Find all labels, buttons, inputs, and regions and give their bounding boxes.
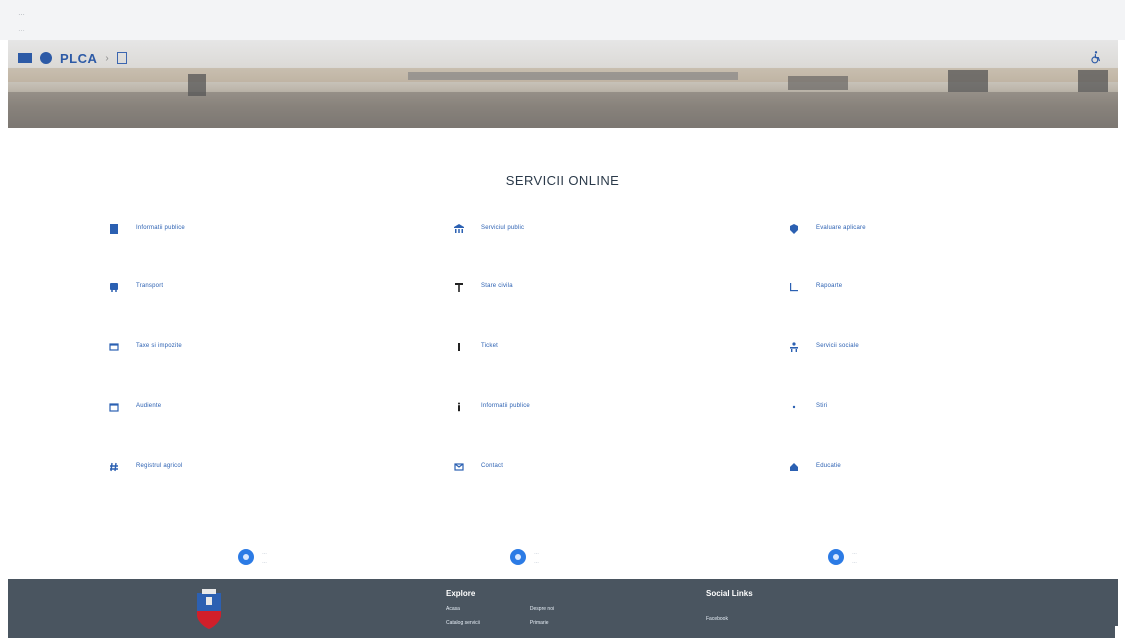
page: … … PLCA › SERVICII ONLINE Informatii pu…: [0, 0, 1125, 638]
accessibility-icon[interactable]: [1089, 50, 1103, 64]
contact-line2: …: [262, 558, 267, 565]
hash-icon: [108, 460, 120, 472]
service-label: Rapoarte: [816, 283, 843, 289]
service-item[interactable]: Informatii publice: [108, 222, 185, 234]
footer-explore-title: Explore: [446, 589, 476, 598]
section-title: SERVICII ONLINE: [505, 173, 620, 188]
logo-icon[interactable]: [40, 52, 52, 64]
service-label: Serviciul public: [481, 225, 525, 231]
people-icon: [788, 340, 800, 352]
bus-icon: [108, 280, 120, 292]
hero-image: [8, 40, 1118, 128]
breadcrumb-separator: ›: [105, 52, 109, 64]
info-icon: [453, 400, 465, 412]
footer-explore: Explore Acasa Catalog servicii Despre no…: [446, 589, 554, 626]
service-item[interactable]: Transport: [108, 280, 163, 292]
badge-icon: [788, 222, 800, 234]
service-label: Ticket: [481, 343, 498, 349]
service-item[interactable]: Educatie: [788, 460, 841, 472]
browser-bar: … …: [0, 0, 1125, 40]
service-label: Informatii publice: [136, 225, 185, 231]
social-link-facebook[interactable]: Facebook: [706, 616, 753, 622]
footer-link[interactable]: Despre noi: [530, 606, 554, 612]
contact-item[interactable]: … …: [238, 549, 267, 565]
service-item[interactable]: Stiri: [788, 400, 827, 412]
service-item[interactable]: Evaluare aplicare: [788, 222, 866, 234]
building-icon: [108, 222, 120, 234]
contact-line1: …: [852, 549, 857, 556]
bank-icon: [453, 222, 465, 234]
header-nav: PLCA ›: [18, 48, 127, 68]
service-label: Informatii publice: [481, 403, 530, 409]
service-item[interactable]: Taxe si impozite: [108, 340, 182, 352]
footer-link[interactable]: Acasa: [446, 606, 480, 612]
service-item[interactable]: Audiente: [108, 400, 161, 412]
browser-line2: …: [18, 26, 26, 33]
service-item[interactable]: Informatii publice: [453, 400, 530, 412]
contact-line2: …: [534, 558, 539, 565]
menu-icon[interactable]: [18, 53, 32, 63]
services-grid: Informatii publice Serviciul public Eval…: [108, 222, 1028, 482]
service-item[interactable]: Contact: [453, 460, 503, 472]
service-label: Taxe si impozite: [136, 343, 182, 349]
service-label: Servicii sociale: [816, 343, 859, 349]
contact-icon: [828, 549, 844, 565]
ticket-icon: [453, 340, 465, 352]
service-label: Contact: [481, 463, 504, 469]
service-item[interactable]: Registrul agricol: [108, 460, 182, 472]
service-item[interactable]: Servicii sociale: [788, 340, 859, 352]
service-item[interactable]: Rapoarte: [788, 280, 842, 292]
service-label: Educatie: [816, 463, 841, 469]
calendar-icon: [108, 400, 120, 412]
footer-social-title: Social Links: [706, 589, 753, 598]
key-icon: [453, 280, 465, 292]
footer-social: Social Links Facebook: [706, 589, 753, 622]
footer-link[interactable]: Catalog servicii: [446, 620, 480, 626]
service-label: Stare civila: [481, 283, 513, 289]
service-item[interactable]: Ticket: [453, 340, 498, 352]
bookmark-icon[interactable]: [116, 52, 127, 64]
browser-line1: …: [18, 10, 26, 17]
mail-icon: [453, 460, 465, 472]
dot-icon: [788, 400, 800, 412]
service-label: Audiente: [136, 403, 162, 409]
contact-item[interactable]: … …: [828, 549, 857, 565]
service-label: Stiri: [816, 403, 828, 409]
contact-item[interactable]: … …: [510, 549, 539, 565]
footer-link[interactable]: Primarie: [530, 620, 554, 626]
contact-line1: …: [534, 549, 539, 556]
contact-line1: …: [262, 549, 267, 556]
service-label: Registrul agricol: [136, 463, 183, 469]
chart-icon: [788, 280, 800, 292]
contact-icon: [510, 549, 526, 565]
home-icon: [788, 460, 800, 472]
contact-line2: …: [852, 558, 857, 565]
footer: Explore Acasa Catalog servicii Despre no…: [8, 579, 1118, 638]
brand-title[interactable]: PLCA: [60, 51, 97, 66]
wallet-icon: [108, 340, 120, 352]
crest-logo[interactable]: [194, 587, 224, 631]
service-label: Transport: [136, 283, 164, 289]
corner-indicator: [1115, 626, 1125, 638]
service-item[interactable]: Stare civila: [453, 280, 513, 292]
service-label: Evaluare aplicare: [816, 225, 866, 231]
contact-icon: [238, 549, 254, 565]
service-item[interactable]: Serviciul public: [453, 222, 524, 234]
